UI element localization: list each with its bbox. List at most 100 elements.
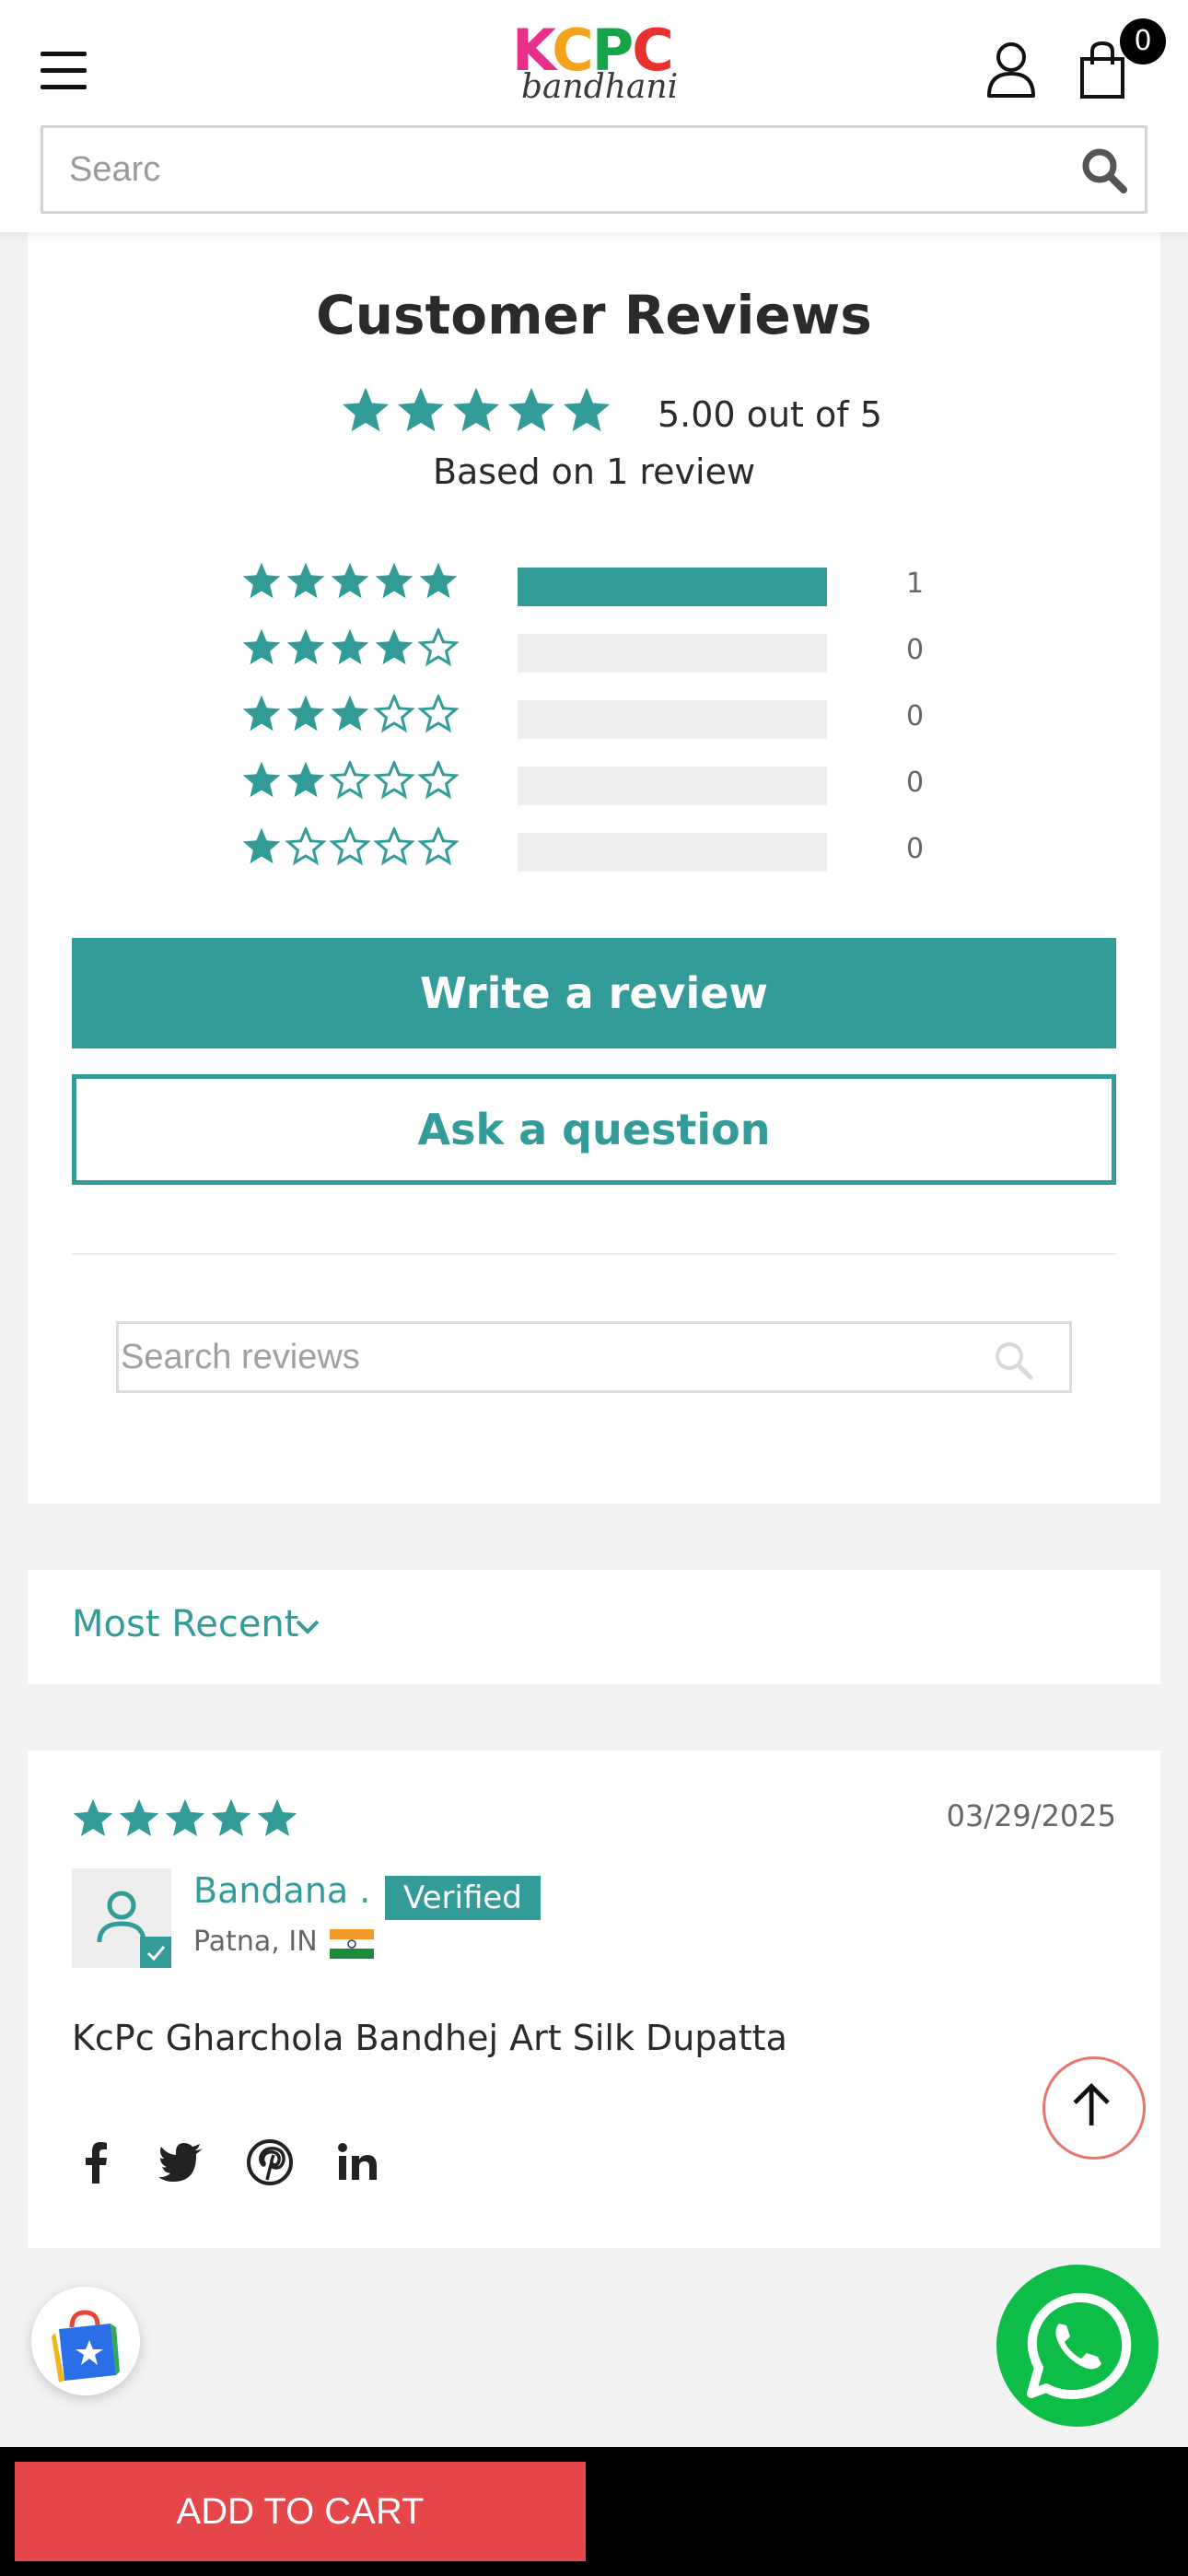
star-empty-icon	[417, 695, 460, 733]
facebook-icon[interactable]	[72, 2137, 122, 2187]
review-location: Patna, IN	[193, 1926, 318, 1958]
review-author: Bandana .	[193, 1870, 371, 1911]
review-date: 03/29/2025	[946, 1798, 1116, 1833]
twitter-icon[interactable]	[157, 2137, 206, 2187]
star-empty-icon	[285, 827, 327, 866]
star-filled-icon	[507, 387, 555, 432]
star-empty-icon	[417, 628, 460, 667]
star-empty-icon	[373, 695, 415, 733]
review-search-input[interactable]	[119, 1324, 984, 1390]
arrow-up-icon	[1073, 2082, 1110, 2125]
sort-dropdown[interactable]: Most Recent	[28, 1570, 1160, 1684]
star-filled-icon	[242, 695, 281, 732]
cart-count-badge[interactable]: 0	[1120, 18, 1166, 64]
site-search-input[interactable]	[43, 128, 1038, 211]
star-empty-icon	[373, 761, 415, 800]
account-icon[interactable]	[985, 41, 1037, 100]
star-filled-icon	[419, 562, 458, 599]
pinterest-icon[interactable]	[245, 2137, 295, 2187]
reviews-title: Customer Reviews	[316, 284, 872, 346]
star-filled-icon	[211, 1798, 251, 1837]
histogram-row-4-star[interactable]: 0	[241, 628, 941, 674]
shopping-bag-icon	[52, 2310, 120, 2383]
star-filled-icon	[119, 1798, 159, 1837]
star-empty-icon	[417, 827, 460, 866]
histogram-bar	[518, 767, 827, 805]
star-filled-icon	[286, 761, 325, 798]
star-filled-icon	[242, 827, 281, 864]
histogram-row-3-star[interactable]: 0	[241, 695, 941, 741]
star-filled-icon	[242, 562, 281, 599]
star-filled-icon	[397, 387, 445, 432]
star-filled-icon	[165, 1798, 205, 1837]
histogram-stars	[242, 562, 458, 599]
menu-icon[interactable]	[41, 52, 87, 90]
logo-sub: bandhani	[521, 68, 679, 106]
review-search	[116, 1321, 1072, 1393]
chevron-down-icon	[296, 1620, 320, 1634]
site-header: KCPC bandhani 0	[0, 0, 1188, 232]
histogram-row-5-star[interactable]: 1	[241, 562, 941, 608]
star-filled-icon	[73, 1798, 113, 1837]
histogram-row-1-star[interactable]: 0	[241, 827, 941, 873]
histogram-bar	[518, 700, 827, 739]
star-filled-icon	[242, 628, 281, 665]
star-filled-icon	[331, 695, 369, 732]
histogram-bar	[518, 634, 827, 673]
search-icon[interactable]	[1080, 146, 1128, 194]
histogram-stars	[242, 761, 460, 800]
star-empty-icon	[329, 761, 371, 800]
average-rating-text: 5.00 out of 5	[658, 394, 882, 435]
average-stars	[342, 387, 611, 432]
star-filled-icon	[342, 387, 390, 432]
star-filled-icon	[286, 628, 325, 665]
histogram-stars	[242, 827, 460, 866]
star-filled-icon	[286, 562, 325, 599]
sort-label: Most Recent	[72, 1603, 299, 1645]
star-filled-icon	[331, 562, 369, 599]
star-filled-icon	[286, 695, 325, 732]
histogram-stars	[242, 628, 460, 667]
star-filled-icon	[257, 1798, 297, 1837]
scroll-to-top-button[interactable]	[1042, 2056, 1146, 2160]
ask-question-button[interactable]: Ask a question	[72, 1074, 1116, 1185]
whatsapp-button[interactable]	[995, 2263, 1160, 2429]
review-body: KcPc Gharchola Bandhej Art Silk Dupatta	[72, 2018, 787, 2058]
review-count-text: Based on 1 review	[432, 451, 756, 492]
review-stars	[73, 1798, 297, 1837]
site-search	[41, 125, 1147, 214]
site-logo[interactable]: KCPC bandhani	[510, 17, 679, 109]
divider	[72, 1253, 1116, 1255]
reviews-summary-card: Customer Reviews 5.00 out of 5 Based on …	[28, 232, 1160, 1504]
star-empty-icon	[373, 827, 415, 866]
histogram-count: 0	[906, 634, 925, 666]
histogram-stars	[242, 695, 460, 733]
search-icon[interactable]	[992, 1339, 1034, 1381]
linkedin-icon[interactable]	[333, 2137, 383, 2187]
histogram-count: 0	[906, 700, 925, 732]
verified-badge: Verified	[385, 1876, 541, 1920]
star-filled-icon	[375, 628, 413, 665]
write-review-button[interactable]: Write a review	[72, 938, 1116, 1048]
histogram-count: 1	[906, 568, 925, 600]
star-filled-icon	[563, 387, 611, 432]
bottom-bar: ADD TO CART	[0, 2447, 1188, 2576]
star-empty-icon	[329, 827, 371, 866]
histogram-bar	[518, 833, 827, 872]
histogram-bar	[518, 568, 827, 606]
shop-app-badge[interactable]	[31, 2287, 140, 2395]
star-filled-icon	[375, 562, 413, 599]
histogram-row-2-star[interactable]: 0	[241, 761, 941, 807]
cart-icon[interactable]	[1079, 41, 1125, 100]
avatar	[72, 1868, 171, 1968]
india-flag-icon	[330, 1929, 374, 1959]
star-filled-icon	[452, 387, 500, 432]
star-filled-icon	[242, 761, 281, 798]
add-to-cart-button[interactable]: ADD TO CART	[15, 2462, 586, 2561]
histogram-count: 0	[906, 767, 925, 799]
star-filled-icon	[331, 628, 369, 665]
star-empty-icon	[417, 761, 460, 800]
review-item: 03/29/2025 Bandana . Verified Patna, IN …	[28, 1751, 1160, 2248]
histogram-bar-fill	[518, 568, 827, 606]
verified-check-icon	[140, 1937, 171, 1968]
